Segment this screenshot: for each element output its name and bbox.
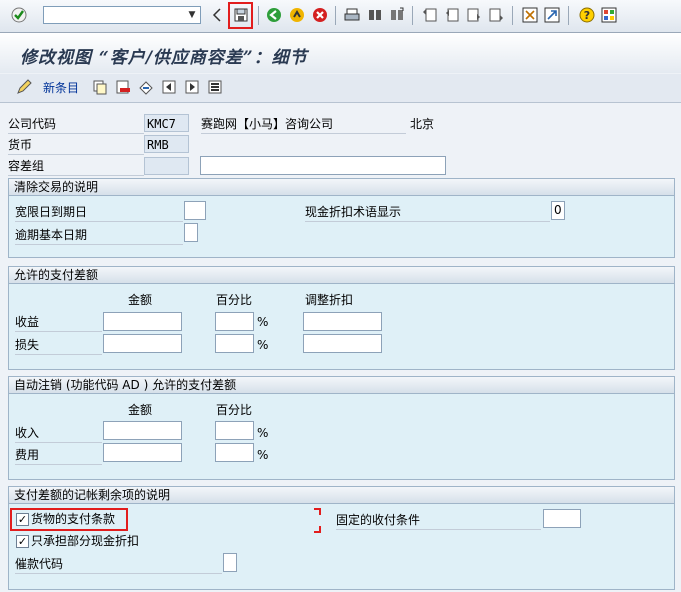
residual-group-title: 支付差额的记帐剩余项的说明: [9, 487, 674, 504]
copy-icon: [92, 79, 108, 95]
revenue-percent-input[interactable]: [215, 421, 254, 440]
dunning-key-input[interactable]: [223, 553, 237, 572]
expense-amount-input[interactable]: [103, 443, 182, 462]
undo-change-button[interactable]: [138, 78, 154, 96]
writeoff-percent-column-header: 百分比: [216, 403, 253, 417]
company-code-field[interactable]: KMC7: [144, 114, 189, 132]
tolerance-group-label: 容差组: [8, 157, 144, 176]
help-icon[interactable]: ?: [578, 6, 596, 24]
clearing-group-title: 清除交易的说明: [9, 179, 674, 196]
previous-entry-icon: [161, 79, 177, 95]
grace-days-label: 宽限日到期日: [15, 203, 183, 222]
next-entry-button[interactable]: [184, 78, 200, 96]
partial-discount-label: 只承担部分现金折扣: [31, 534, 140, 548]
application-toolbar: 新条目: [0, 74, 681, 103]
percent-column-header: 百分比: [216, 293, 253, 307]
goods-terms-checkbox[interactable]: ✓: [16, 513, 29, 526]
revenue-amount-input[interactable]: [103, 421, 182, 440]
goods-terms-label: 货物的支付条款: [31, 512, 116, 526]
partial-discount-checkbox[interactable]: ✓: [16, 535, 29, 548]
city-text: 北京: [410, 117, 435, 131]
arrears-base-date-input[interactable]: [184, 223, 198, 242]
dunning-key-label: 催款代码: [15, 555, 222, 574]
fixed-payment-terms-label: 固定的收付条件: [336, 511, 541, 530]
expense-percent-sign: %: [257, 448, 269, 462]
gain-adjust-discount-input[interactable]: [303, 312, 382, 331]
last-page-icon[interactable]: [487, 6, 505, 24]
previous-page-icon[interactable]: [443, 6, 461, 24]
toolbar-separator: [412, 6, 413, 25]
system-toolbar: ▼ ?: [0, 0, 681, 33]
loss-row-label: 损失: [15, 336, 102, 355]
writeoff-amount-column-header: 金额: [128, 403, 153, 417]
gain-amount-input[interactable]: [103, 312, 182, 331]
permitted-group-title: 允许的支付差额: [9, 267, 674, 284]
currency-field[interactable]: RMB: [144, 135, 189, 153]
loss-percent-sign: %: [257, 338, 269, 352]
title-bar: 修改视图 “客户/供应商容差”：细节: [0, 33, 681, 73]
svg-text:?: ?: [584, 9, 590, 22]
back-triangle-icon[interactable]: [208, 6, 226, 24]
company-name-text: 赛跑网【小马】咨询公司: [201, 115, 406, 134]
focus-corner-top: [314, 508, 321, 515]
next-page-icon[interactable]: [465, 6, 483, 24]
save-highlight-box: [228, 2, 253, 29]
new-entries-label: 新条目: [43, 80, 80, 95]
toolbar-separator: [512, 6, 513, 25]
gain-percent-input[interactable]: [215, 312, 254, 331]
undo-icon: [138, 79, 154, 95]
change-display-button[interactable]: [16, 78, 32, 96]
enter-icon[interactable]: [10, 6, 28, 24]
toolbar-separator: [335, 6, 336, 25]
cash-discount-terms-label: 现金折扣术语显示: [305, 203, 550, 222]
find-next-icon[interactable]: [388, 6, 406, 24]
arrears-base-date-label: 逾期基本日期: [15, 226, 183, 245]
currency-label: 货币: [8, 136, 144, 155]
auto-writeoff-group-title: 自动注销 (功能代码 AD ) 允许的支付差额: [9, 377, 674, 394]
copy-as-button[interactable]: [92, 78, 108, 96]
loss-percent-input[interactable]: [215, 334, 254, 353]
cash-discount-terms-input[interactable]: 0: [551, 201, 565, 220]
expense-percent-input[interactable]: [215, 443, 254, 462]
tolerance-group-description-input[interactable]: [200, 156, 446, 175]
loss-adjust-discount-input[interactable]: [303, 334, 382, 353]
chevron-down-icon[interactable]: ▼: [185, 8, 199, 22]
shortcut-icon[interactable]: [543, 6, 561, 24]
amount-column-header: 金额: [128, 293, 153, 307]
previous-entry-button[interactable]: [161, 78, 177, 96]
revenue-percent-sign: %: [257, 426, 269, 440]
focus-corner-bottom: [314, 526, 321, 533]
select-all-button[interactable]: [207, 78, 223, 96]
expense-row-label: 费用: [15, 446, 102, 465]
adjust-discount-column-header: 调整折扣: [305, 293, 354, 307]
gain-row-label: 收益: [15, 313, 102, 332]
next-entry-icon: [184, 79, 200, 95]
revenue-row-label: 收入: [15, 424, 102, 443]
delete-icon: [115, 79, 131, 95]
create-session-icon[interactable]: [521, 6, 539, 24]
pencil-icon: [16, 79, 32, 95]
gain-percent-sign: %: [257, 315, 269, 329]
tolerance-group-field[interactable]: [144, 157, 189, 175]
find-icon[interactable]: [366, 6, 384, 24]
print-icon[interactable]: [343, 6, 361, 24]
page-title: 修改视图 “客户/供应商容差”：细节: [20, 48, 308, 68]
company-code-label: 公司代码: [8, 115, 144, 134]
loss-amount-input[interactable]: [103, 334, 182, 353]
first-page-icon[interactable]: [421, 6, 439, 24]
select-all-icon: [207, 79, 223, 95]
toolbar-separator: [568, 6, 569, 25]
fixed-payment-terms-input[interactable]: [543, 509, 581, 528]
new-entries-button[interactable]: 新条目: [43, 78, 79, 96]
back-icon[interactable]: [265, 6, 283, 24]
layout-icon[interactable]: [600, 6, 618, 24]
delete-button[interactable]: [115, 78, 131, 96]
cancel-icon[interactable]: [311, 6, 329, 24]
grace-days-input[interactable]: [184, 201, 206, 220]
exit-icon[interactable]: [288, 6, 306, 24]
toolbar-separator: [258, 6, 259, 25]
command-field[interactable]: ▼: [43, 6, 201, 24]
